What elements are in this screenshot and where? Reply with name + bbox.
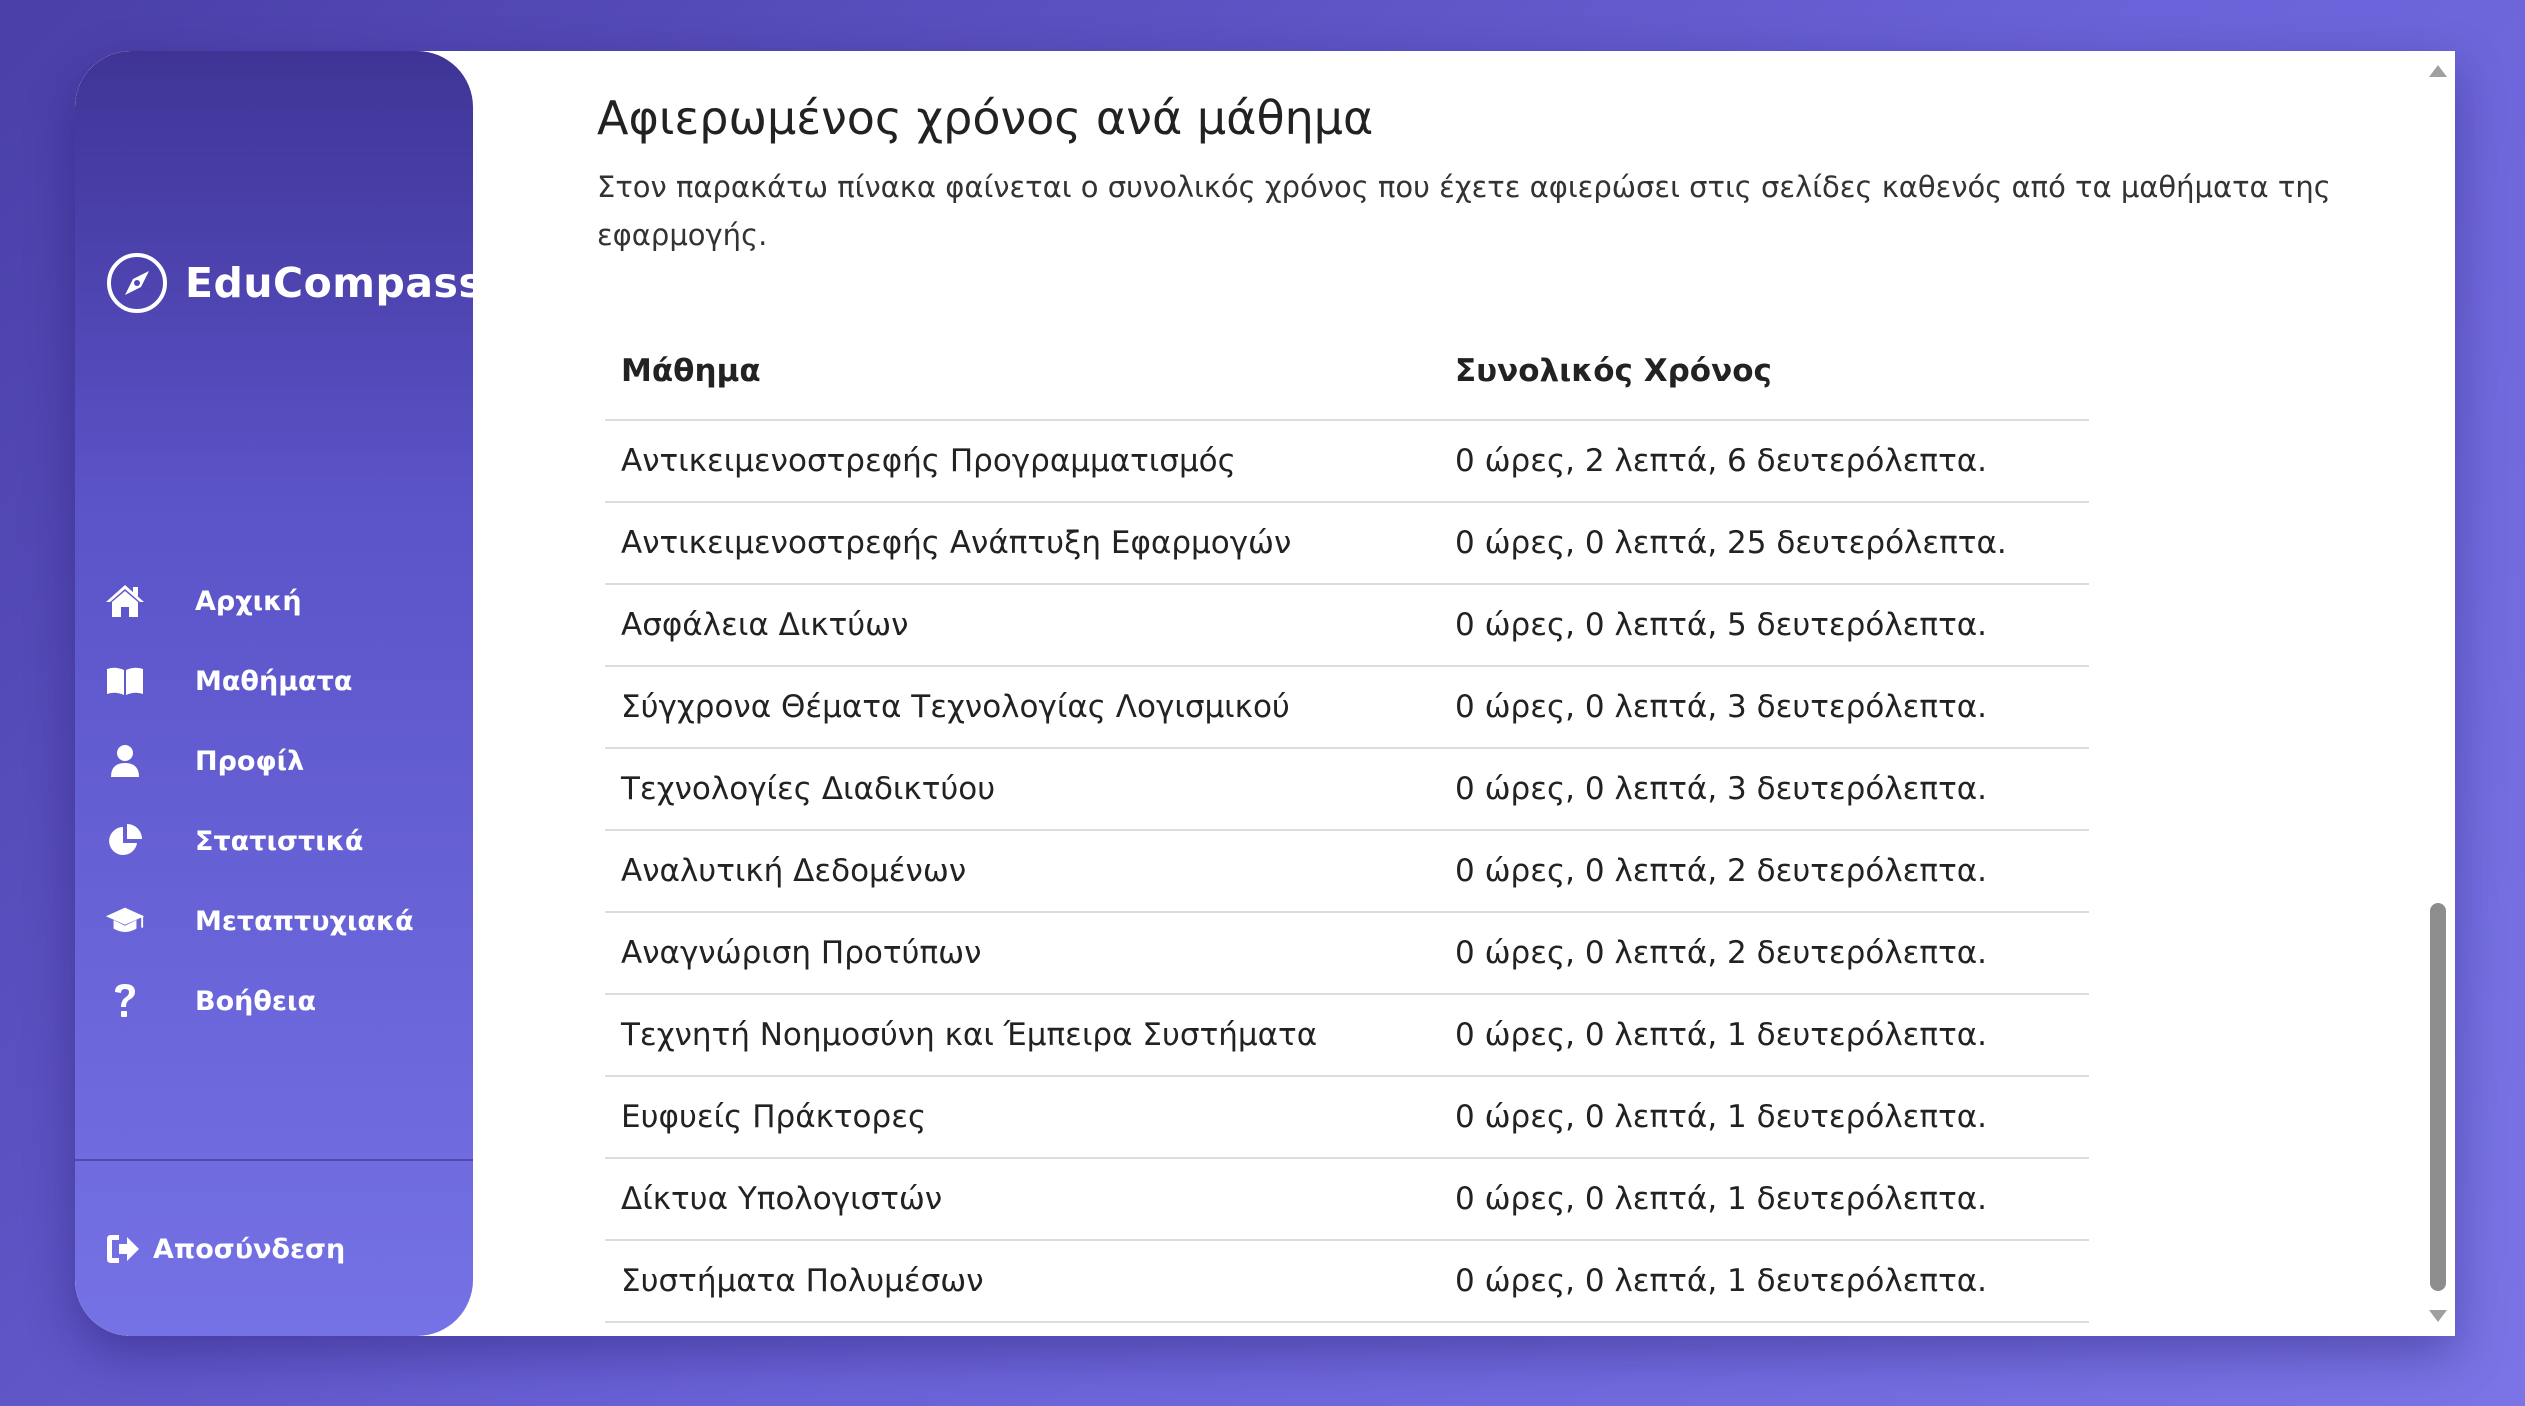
sidebar: EduCompass Αρχική Μαθήματα Προφίλ Στατισ…	[75, 51, 483, 1336]
course-name-cell: Σύγχρονα Θέματα Τεχνολογίας Λογισμικού	[605, 666, 1439, 749]
table-row: Ευφυείς Πράκτορες 0 ώρες, 0 λεπτά, 1 δευ…	[605, 1076, 2089, 1159]
table-row: Αναγνώριση Προτύπων 0 ώρες, 0 λεπτά, 2 δ…	[605, 912, 2089, 995]
scroll-down-arrow-icon[interactable]	[2429, 1310, 2447, 1322]
course-name-cell: Συστήματα Πολυμέσων	[605, 1240, 1439, 1323]
compass-icon	[107, 253, 167, 313]
brand-name: EduCompass	[185, 259, 484, 307]
page-description: Στον παρακάτω πίνακα φαίνεται ο συνολικό…	[597, 170, 2331, 252]
sidebar-item-home[interactable]: Αρχική	[75, 561, 473, 641]
total-time-cell: 0 ώρες, 2 λεπτά, 6 δευτερόλεπτα.	[1439, 420, 2089, 503]
course-name-cell: Τεχνολογίες Διαδικτύου	[605, 748, 1439, 831]
table-row: Τεχνητή Νοημοσύνη και Έμπειρα Συστήματα …	[605, 994, 2089, 1077]
page-title: Αφιερωμένος χρόνος ανά μάθημα	[597, 91, 1374, 145]
total-time-cell: 0 ώρες, 0 λεπτά, 1 δευτερόλεπτα.	[1439, 994, 2089, 1077]
course-name-cell: Δίκτυα Υπολογιστών	[605, 1158, 1439, 1241]
course-name-cell: Ευφυείς Πράκτορες	[605, 1076, 1439, 1159]
sidebar-item-statistics[interactable]: Στατιστικά	[75, 801, 473, 881]
column-header-total-time: Συνολικός Χρόνος	[1439, 323, 2089, 421]
sign-out-icon	[107, 1235, 139, 1263]
table-row: Συστήματα Πολυμέσων 0 ώρες, 0 λεπτά, 1 δ…	[605, 1240, 2089, 1323]
course-name-cell: Αντικειμενοστρεφής Ανάπτυξη Εφαρμογών	[605, 502, 1439, 585]
user-icon	[105, 741, 145, 781]
sidebar-item-profile[interactable]: Προφίλ	[75, 721, 473, 801]
sidebar-divider	[75, 1159, 473, 1161]
table-row: Τεχνολογίες Διαδικτύου 0 ώρες, 0 λεπτά, …	[605, 748, 2089, 831]
total-time-cell: 0 ώρες, 0 λεπτά, 3 δευτερόλεπτα.	[1439, 748, 2089, 831]
total-time-cell: 0 ώρες, 0 λεπτά, 1 δευτερόλεπτα.	[1439, 1158, 2089, 1241]
sidebar-item-label: Βοήθεια	[195, 985, 316, 1017]
table-row: Δίκτυα Υπολογιστών 0 ώρες, 0 λεπτά, 1 δε…	[605, 1158, 2089, 1241]
pie-chart-icon	[105, 821, 145, 861]
course-name-cell: Αντικειμενοστρεφής Προγραμματισμός	[605, 420, 1439, 503]
table-row: Αντικειμενοστρεφής Ανάπτυξη Εφαρμογών 0 …	[605, 502, 2089, 585]
course-name-cell: Ασφάλεια Δικτύων	[605, 584, 1439, 667]
scroll-up-arrow-icon[interactable]	[2429, 65, 2447, 77]
total-time-cell: 0 ώρες, 0 λεπτά, 2 δευτερόλεπτα.	[1439, 830, 2089, 913]
sidebar-item-label: Αρχική	[195, 585, 302, 617]
sidebar-item-label: Μεταπτυχιακά	[195, 905, 414, 937]
logout-label: Αποσύνδεση	[153, 1233, 346, 1265]
main-content: Αφιερωμένος χρόνος ανά μάθημα Στον παρακ…	[473, 51, 2421, 1336]
sidebar-nav: Αρχική Μαθήματα Προφίλ Στατιστικά Μεταπτ…	[75, 561, 473, 1041]
column-header-course: Μάθημα	[605, 323, 1439, 421]
table-row: Σύγχρονα Θέματα Τεχνολογίας Λογισμικού 0…	[605, 666, 2089, 749]
table-row: Αναλυτική Δεδομένων 0 ώρες, 0 λεπτά, 2 δ…	[605, 830, 2089, 913]
total-time-cell: 0 ώρες, 0 λεπτά, 25 δευτερόλεπτα.	[1439, 502, 2089, 585]
total-time-cell: 0 ώρες, 0 λεπτά, 2 δευτερόλεπτα.	[1439, 912, 2089, 995]
sidebar-item-label: Μαθήματα	[195, 665, 353, 697]
total-time-cell: 0 ώρες, 0 λεπτά, 5 δευτερόλεπτα.	[1439, 584, 2089, 667]
book-icon	[105, 661, 145, 701]
table-row: Ασφάλεια Δικτύων 0 ώρες, 0 λεπτά, 5 δευτ…	[605, 584, 2089, 667]
sidebar-item-label: Προφίλ	[195, 745, 305, 777]
time-per-course-table: Μάθημα Συνολικός Χρόνος Αντικειμενοστρεφ…	[605, 323, 2089, 1323]
logout-button[interactable]: Αποσύνδεση	[105, 1231, 345, 1267]
course-name-cell: Αναγνώριση Προτύπων	[605, 912, 1439, 995]
course-name-cell: Αναλυτική Δεδομένων	[605, 830, 1439, 913]
sidebar-item-postgraduate[interactable]: Μεταπτυχιακά	[75, 881, 473, 961]
vertical-scrollbar[interactable]	[2421, 51, 2455, 1336]
total-time-cell: 0 ώρες, 0 λεπτά, 3 δευτερόλεπτα.	[1439, 666, 2089, 749]
table-row: Αντικειμενοστρεφής Προγραμματισμός 0 ώρε…	[605, 420, 2089, 503]
home-icon	[105, 581, 145, 621]
app-window: EduCompass Αρχική Μαθήματα Προφίλ Στατισ…	[75, 51, 2455, 1336]
question-icon	[105, 981, 145, 1021]
table-header-row: Μάθημα Συνολικός Χρόνος	[605, 323, 2089, 421]
graduation-cap-icon	[105, 901, 145, 941]
sidebar-item-courses[interactable]: Μαθήματα	[75, 641, 473, 721]
total-time-cell: 0 ώρες, 0 λεπτά, 1 δευτερόλεπτα.	[1439, 1240, 2089, 1323]
brand[interactable]: EduCompass	[105, 251, 483, 315]
sidebar-item-help[interactable]: Βοήθεια	[75, 961, 473, 1041]
total-time-cell: 0 ώρες, 0 λεπτά, 1 δευτερόλεπτα.	[1439, 1076, 2089, 1159]
sidebar-item-label: Στατιστικά	[195, 825, 364, 857]
scrollbar-thumb[interactable]	[2430, 903, 2446, 1291]
course-name-cell: Τεχνητή Νοημοσύνη και Έμπειρα Συστήματα	[605, 994, 1439, 1077]
